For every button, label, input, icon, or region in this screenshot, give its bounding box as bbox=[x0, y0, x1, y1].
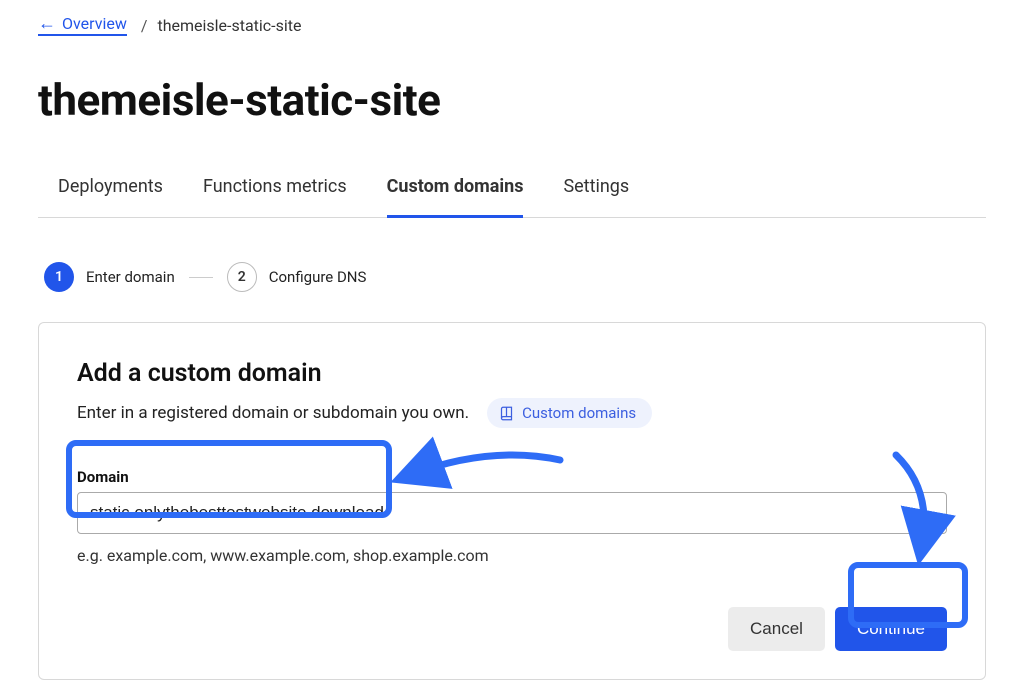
breadcrumb-current: themeisle-static-site bbox=[157, 16, 301, 35]
step-divider bbox=[189, 277, 213, 278]
step-label-2: Configure DNS bbox=[269, 268, 367, 286]
domain-input[interactable] bbox=[77, 492, 947, 534]
tab-functions-metrics[interactable]: Functions metrics bbox=[203, 166, 347, 218]
breadcrumb: ← Overview / themeisle-static-site bbox=[38, 14, 986, 36]
continue-button[interactable]: Continue bbox=[835, 607, 947, 651]
tab-custom-domains[interactable]: Custom domains bbox=[387, 166, 524, 218]
domain-field: Domain bbox=[77, 468, 947, 534]
domain-field-label: Domain bbox=[77, 468, 947, 486]
cancel-button[interactable]: Cancel bbox=[728, 607, 825, 651]
domain-field-hint: e.g. example.com, www.example.com, shop.… bbox=[77, 546, 947, 565]
step-label-1: Enter domain bbox=[86, 268, 175, 286]
tab-deployments[interactable]: Deployments bbox=[58, 166, 163, 218]
tab-bar: Deployments Functions metrics Custom dom… bbox=[38, 166, 986, 218]
custom-domains-help-link[interactable]: Custom domains bbox=[487, 398, 652, 428]
add-domain-card: Add a custom domain Enter in a registere… bbox=[38, 322, 986, 680]
card-description: Enter in a registered domain or subdomai… bbox=[77, 403, 469, 423]
step-configure-dns: 2 Configure DNS bbox=[227, 262, 367, 292]
breadcrumb-back-label: Overview bbox=[62, 14, 127, 33]
stepper: 1 Enter domain 2 Configure DNS bbox=[44, 262, 986, 292]
breadcrumb-separator: / bbox=[141, 16, 148, 35]
card-title: Add a custom domain bbox=[77, 359, 947, 388]
help-link-label: Custom domains bbox=[522, 404, 636, 422]
book-icon bbox=[499, 406, 514, 421]
step-number-1: 1 bbox=[44, 262, 74, 292]
step-number-2: 2 bbox=[227, 262, 257, 292]
page-title: themeisle-static-site bbox=[38, 74, 986, 126]
step-enter-domain: 1 Enter domain bbox=[44, 262, 175, 292]
breadcrumb-back-link[interactable]: ← Overview bbox=[38, 14, 127, 36]
arrow-left-icon: ← bbox=[38, 15, 56, 33]
tab-settings[interactable]: Settings bbox=[563, 166, 629, 218]
card-actions: Cancel Continue bbox=[77, 607, 947, 651]
